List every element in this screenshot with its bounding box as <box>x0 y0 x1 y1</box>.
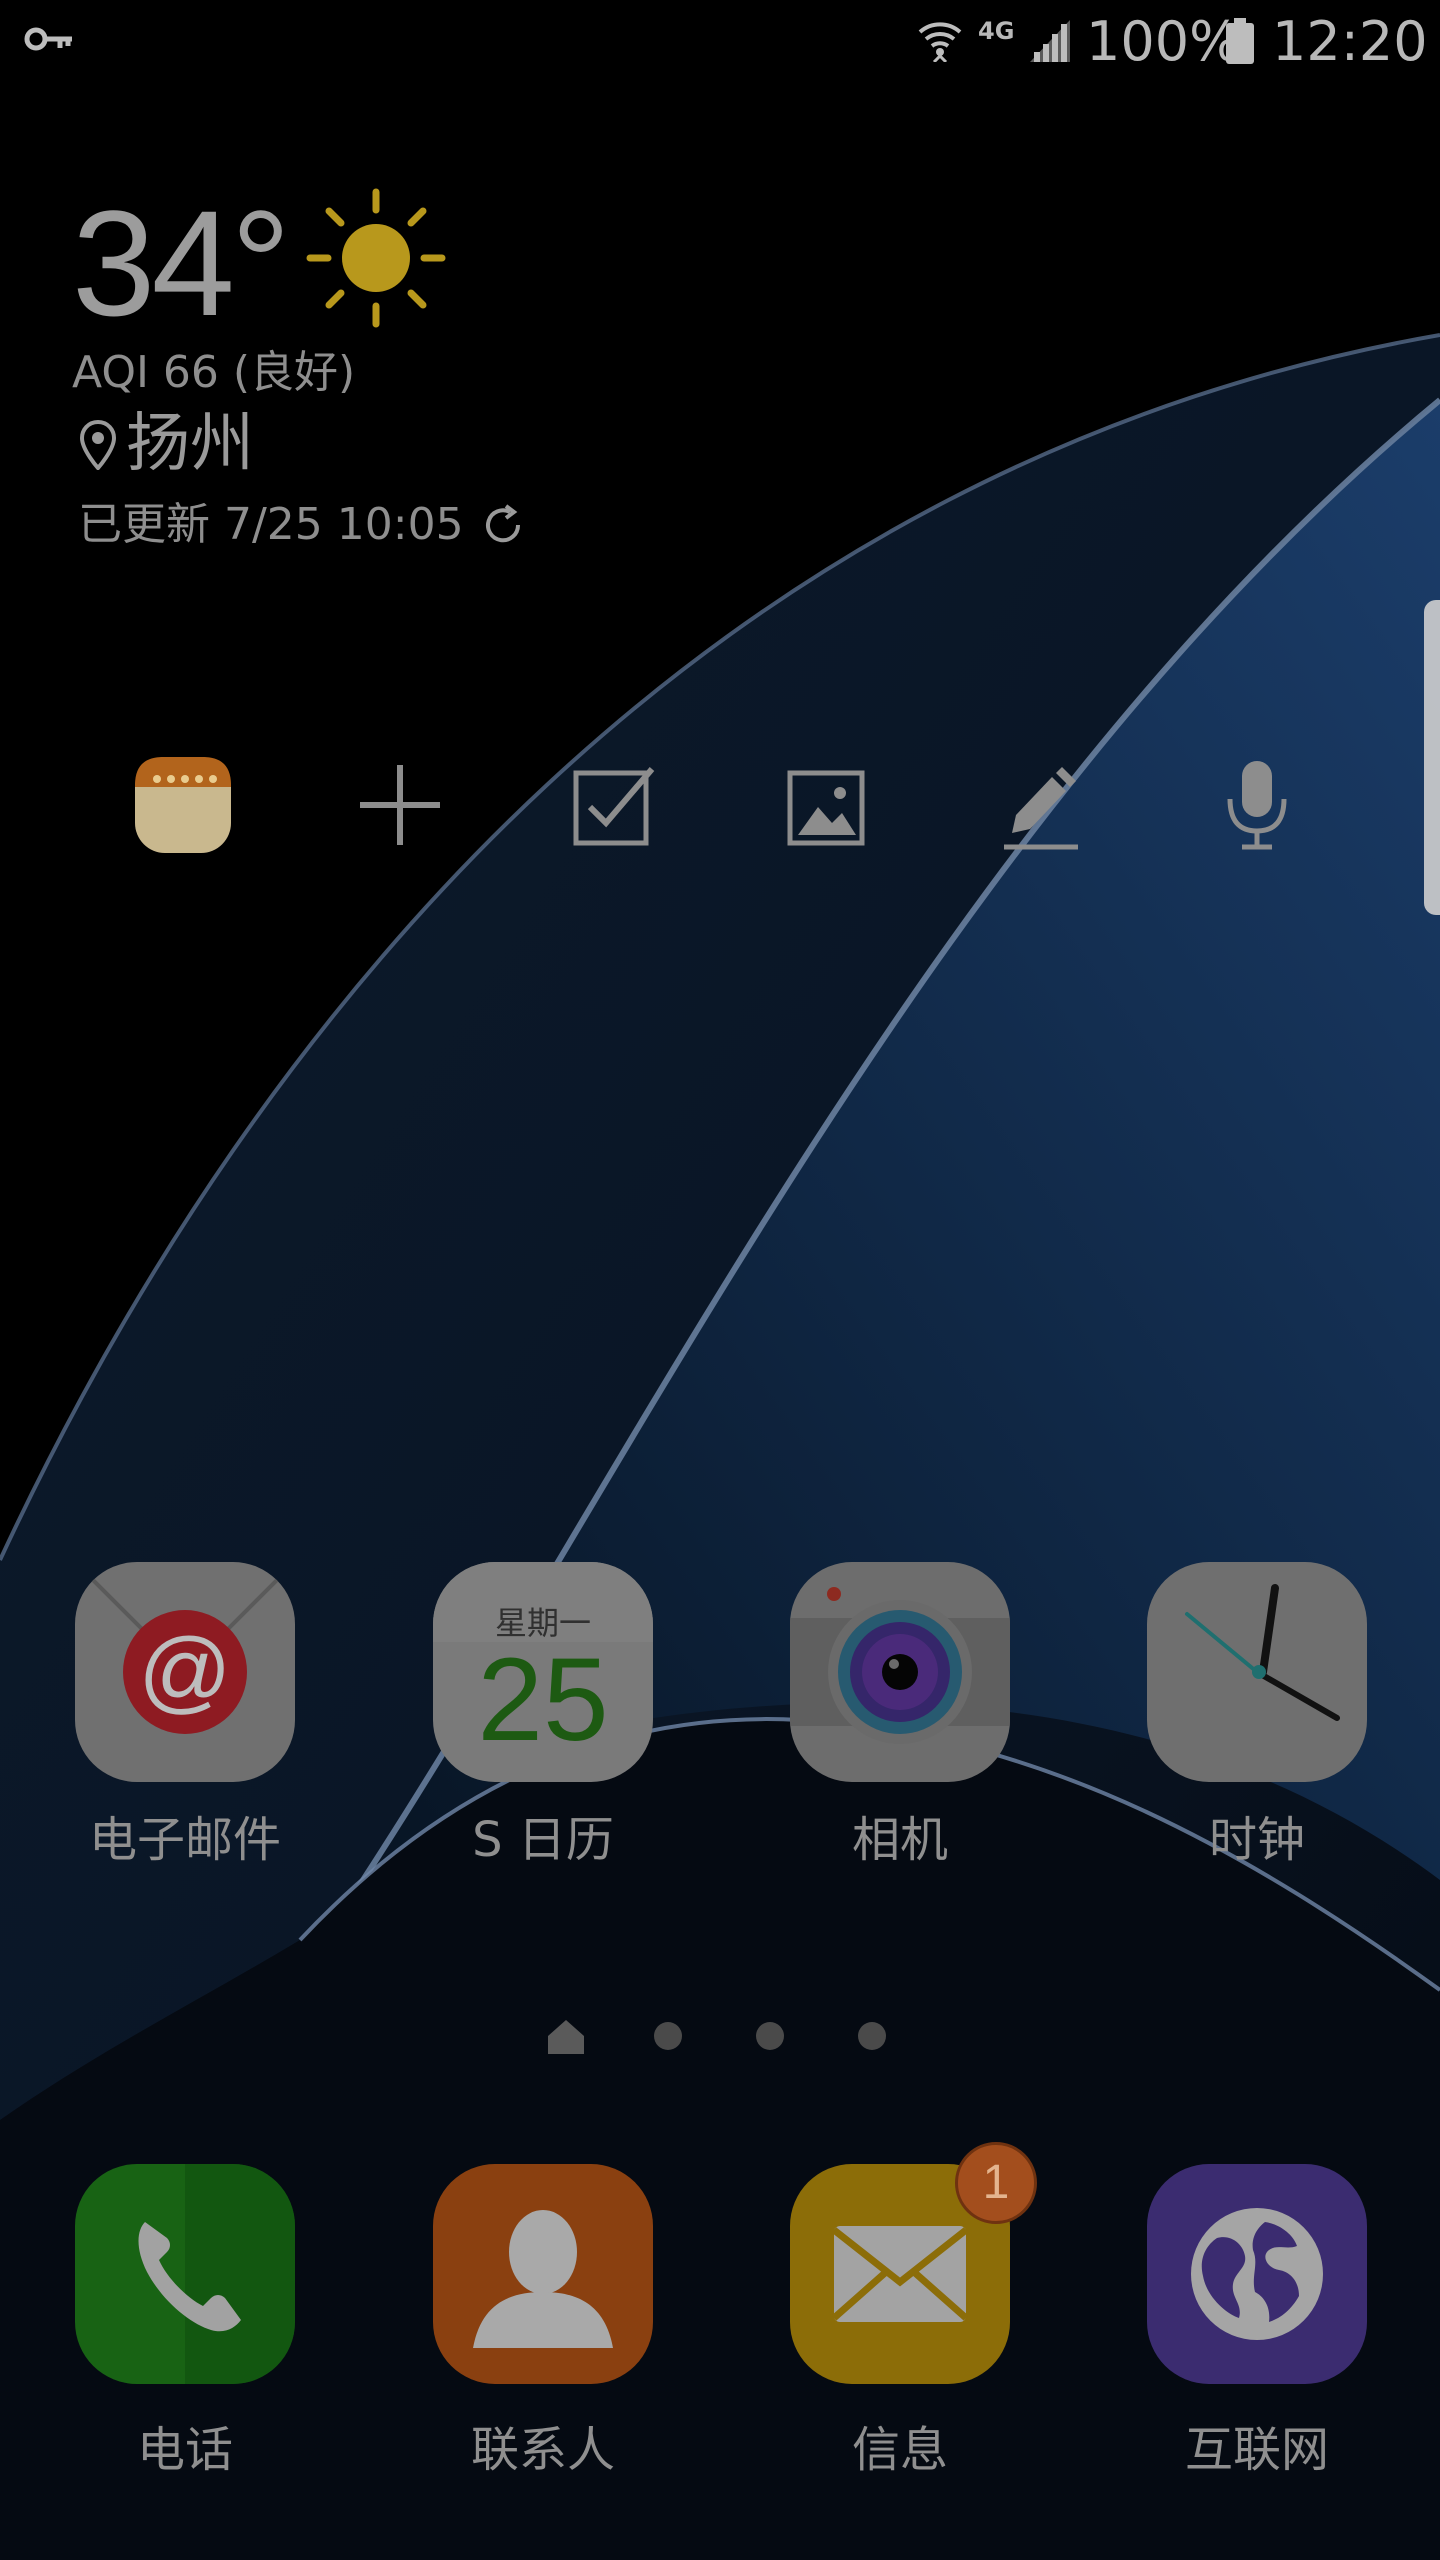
phone-app-icon[interactable] <box>75 2164 295 2384</box>
city-name: 扬州 <box>126 407 254 481</box>
calendar-app-label: S 日历 <box>472 1812 614 1868</box>
network-type: 4G <box>978 17 1015 45</box>
camera-app-label: 相机 <box>851 1812 948 1868</box>
image-icon[interactable] <box>782 755 872 855</box>
messages-app-label: 信息 <box>851 2422 948 2478</box>
temperature: 34° <box>72 179 291 347</box>
internet-app-icon[interactable] <box>1147 2164 1367 2384</box>
page-indicator-dot-4[interactable] <box>858 2022 886 2050</box>
page-indicator-dot-2[interactable] <box>654 2022 682 2050</box>
signal-icon <box>1030 20 1070 62</box>
wifi-icon <box>918 22 962 62</box>
weather-widget[interactable]: 34° AQI 66 (良好) 扬州 已更新 7/25 10:05 <box>0 0 600 600</box>
clock-app-icon[interactable] <box>1147 1562 1367 1782</box>
contacts-app-label: 联系人 <box>470 2422 615 2478</box>
email-app-icon[interactable]: @ <box>75 1562 295 1782</box>
page-indicator-dot-3[interactable] <box>756 2022 784 2050</box>
calendar-day: 25 <box>477 1634 609 1766</box>
sun-icon <box>306 188 446 328</box>
checklist-icon[interactable] <box>568 755 658 855</box>
internet-app-label: 互联网 <box>1184 2422 1329 2478</box>
email-app-label: 电子邮件 <box>88 1812 281 1868</box>
clock-app-label: 时钟 <box>1208 1812 1305 1868</box>
messages-unread-badge: 1 <box>955 2142 1037 2224</box>
air-quality: AQI 66 (良好) <box>72 347 356 398</box>
memo-icon[interactable] <box>133 755 233 855</box>
svg-text:@: @ <box>138 1620 231 1722</box>
pen-icon[interactable] <box>996 755 1086 855</box>
home-page-indicator-icon[interactable] <box>546 2016 586 2056</box>
add-icon[interactable] <box>355 755 445 855</box>
calendar-app-icon[interactable]: 星期一 25 <box>433 1562 653 1782</box>
location-pin-icon <box>80 420 116 470</box>
phone-app-label: 电话 <box>136 2422 233 2478</box>
camera-app-icon[interactable] <box>790 1562 1010 1782</box>
battery-icon <box>1226 18 1254 64</box>
updated-time: 已更新 7/25 10:05 <box>78 499 464 550</box>
clock-time: 12:20 <box>1272 10 1428 73</box>
refresh-icon[interactable] <box>480 502 526 548</box>
voice-recorder-icon[interactable] <box>1212 755 1302 855</box>
battery-percent: 100% <box>1086 10 1241 73</box>
contacts-app-icon[interactable] <box>433 2164 653 2384</box>
